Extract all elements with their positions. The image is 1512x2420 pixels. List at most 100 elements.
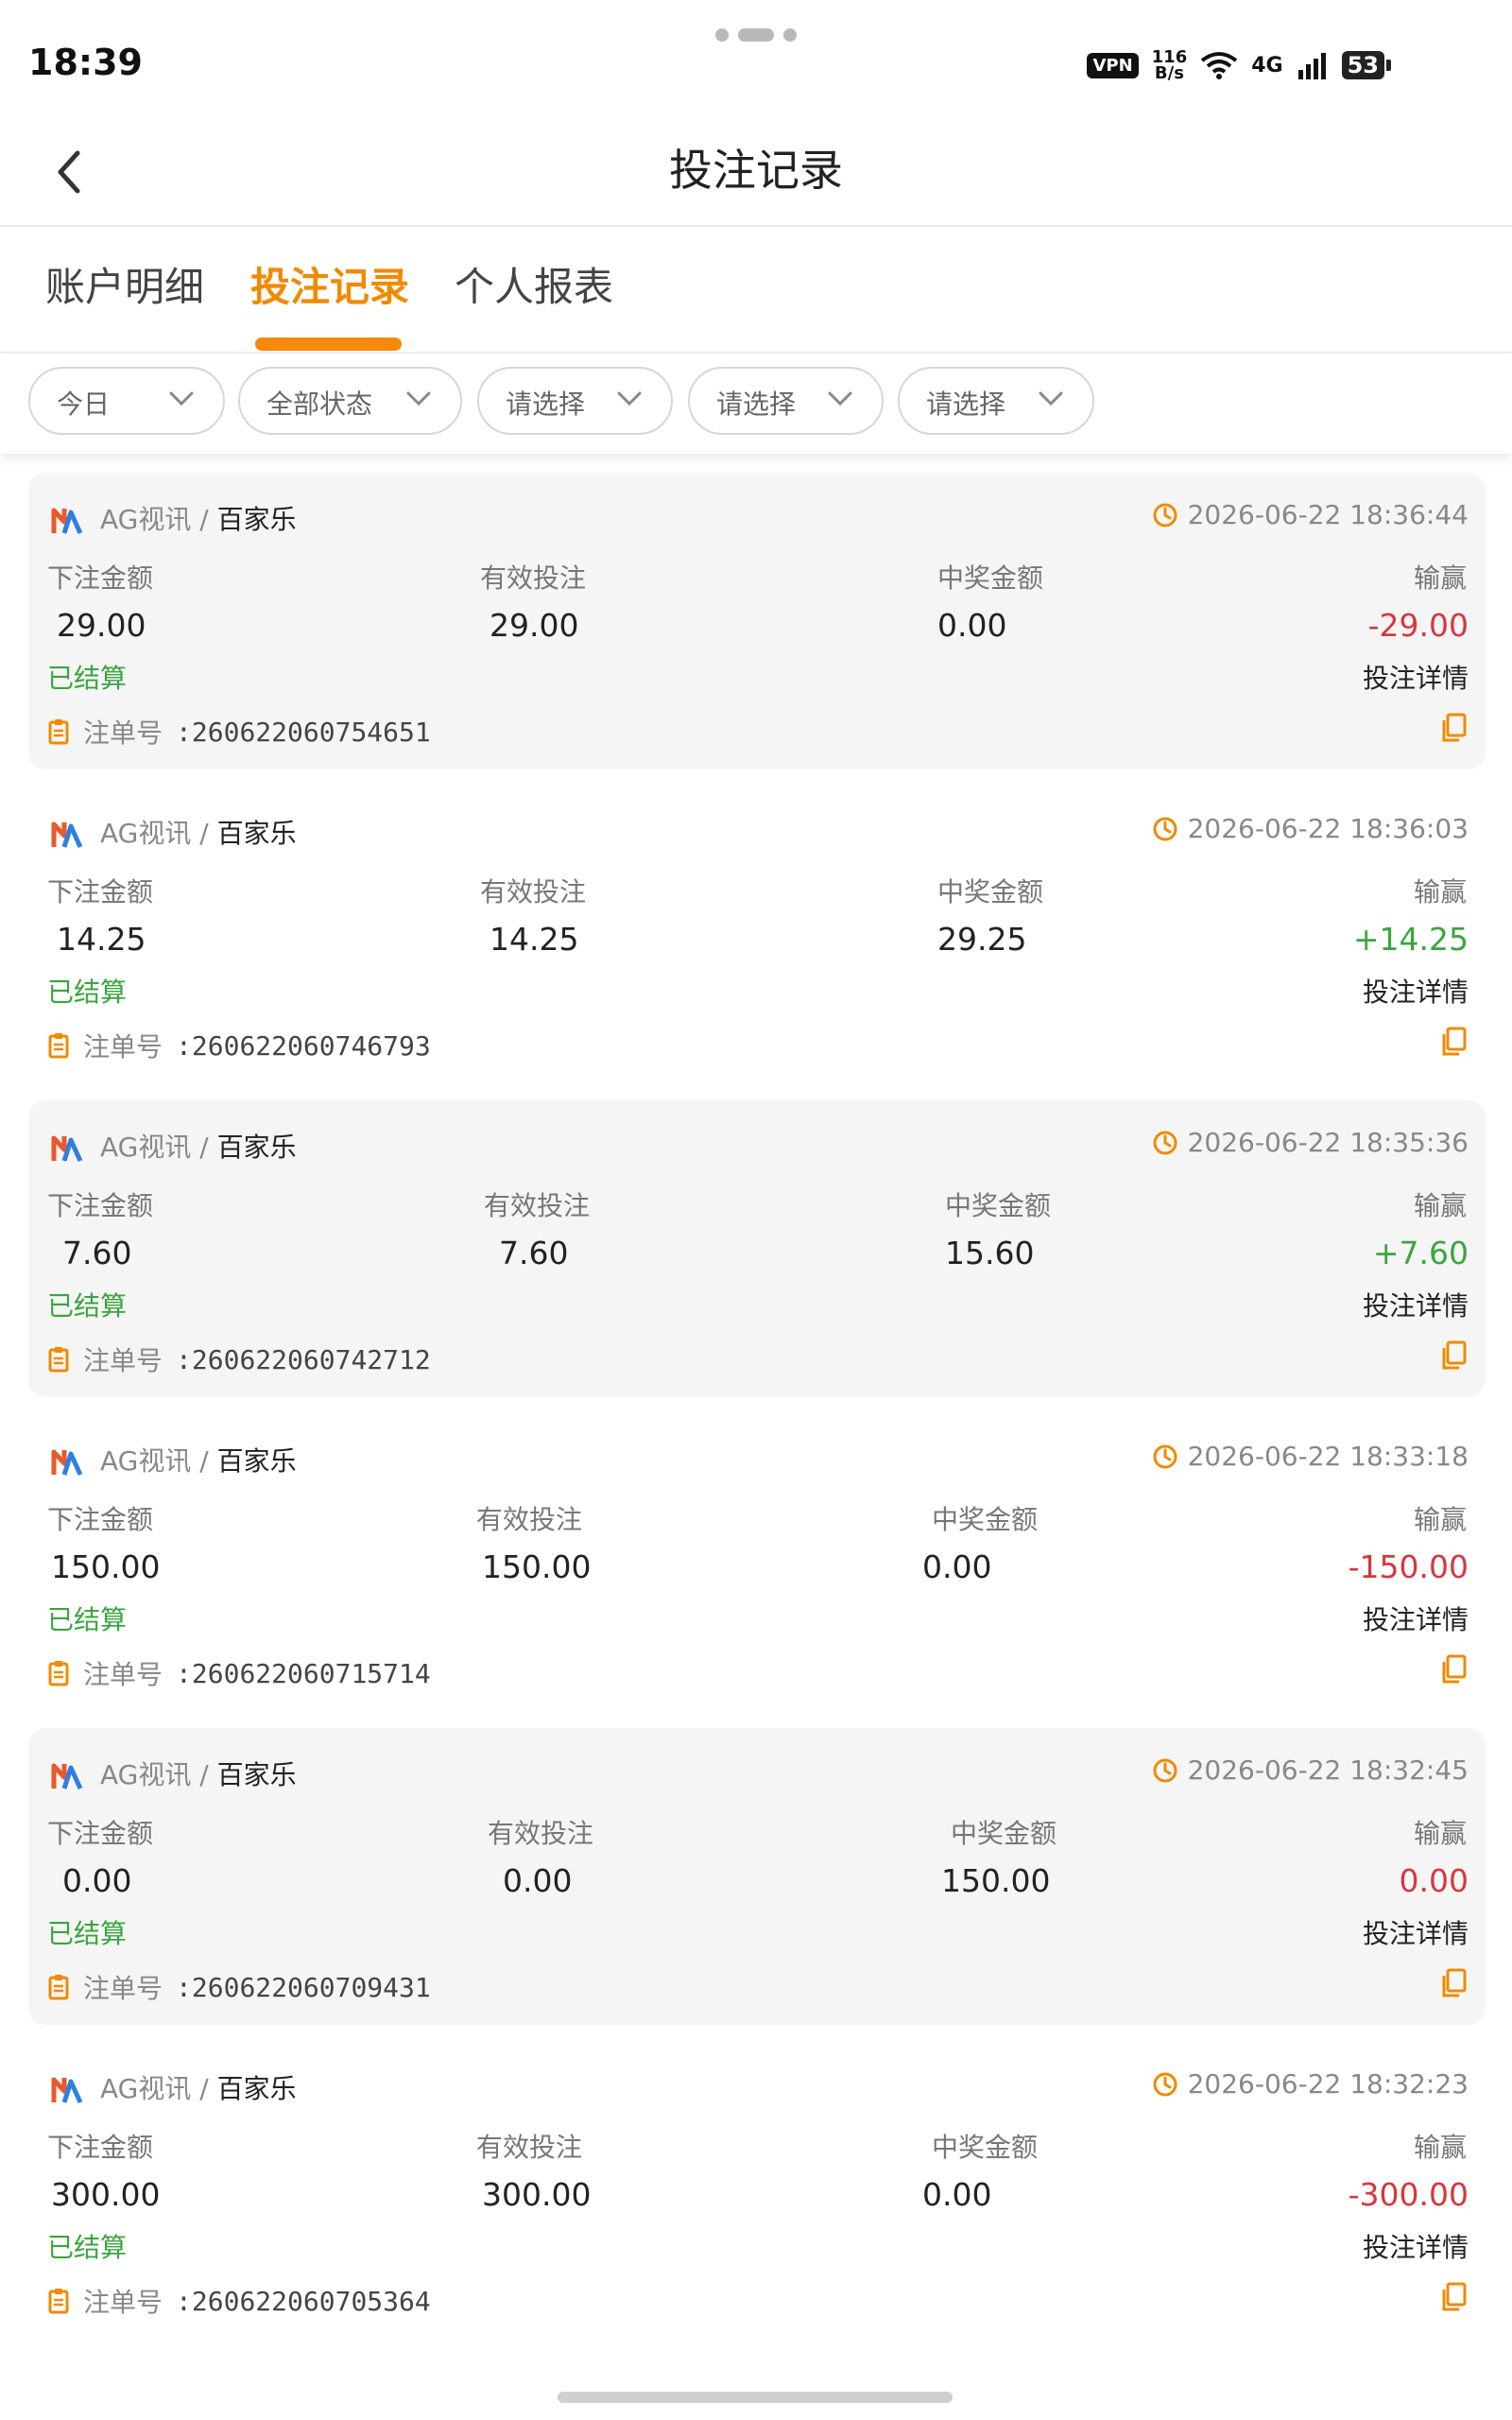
bet-detail-link[interactable]: 投注详情 — [1363, 2227, 1469, 2265]
status-bar: 18:39 VPN 116 B/s 4G 53 — [0, 0, 1512, 132]
valid-bet-label: 有效投注 — [488, 1818, 594, 1849]
valid-bet-value: 7.60 — [499, 1235, 569, 1271]
provider-game: AG视讯 / 百家乐 — [100, 504, 297, 535]
bet-amount-label: 下注金额 — [47, 2132, 154, 2163]
copy-icon[interactable] — [1440, 1654, 1467, 1685]
bet-record-card[interactable]: AG视讯 / 百家乐 2026-06-22 18:36:44 下注金额 有效投注… — [28, 473, 1486, 769]
settled-status: 已结算 — [47, 1604, 128, 1635]
win-amount-value: 0.00 — [922, 2176, 992, 2213]
bet-time: 2026-06-22 18:33:18 — [1152, 1441, 1469, 1472]
ag-logo-icon — [51, 1449, 83, 1477]
date-filter-dropdown[interactable]: 今日 — [28, 367, 225, 435]
signal-icon — [1297, 53, 1326, 79]
bet-amount-value: 7.60 — [62, 1235, 132, 1271]
settled-status: 已结算 — [47, 2232, 128, 2263]
profit-label: 输赢 — [1413, 1504, 1467, 1535]
valid-bet-label: 有效投注 — [480, 562, 587, 594]
bet-amount-value: 150.00 — [51, 1548, 161, 1585]
copy-icon[interactable] — [1440, 713, 1467, 743]
profit-value: 0.00 — [1399, 1862, 1469, 1899]
bet-amount-value: 29.00 — [57, 607, 146, 644]
order-number: 注单号 :260622060746793 — [47, 1027, 431, 1064]
bet-amount-label: 下注金额 — [47, 876, 154, 908]
settled-status: 已结算 — [47, 663, 128, 694]
profit-label: 输赢 — [1413, 2132, 1467, 2163]
win-amount-label: 中奖金额 — [932, 1504, 1039, 1535]
bet-detail-link[interactable]: 投注详情 — [1363, 1913, 1469, 1951]
provider-game: AG视讯 / 百家乐 — [100, 818, 297, 849]
chevron-down-icon — [406, 391, 431, 406]
chevron-down-icon — [1039, 391, 1063, 406]
bet-time: 2026-06-22 18:35:36 — [1152, 1127, 1469, 1158]
select-filter-dropdown-1[interactable]: 请选择 — [477, 367, 673, 435]
valid-bet-label: 有效投注 — [476, 2132, 583, 2163]
bet-amount-value: 14.25 — [57, 921, 146, 958]
receipt-icon — [48, 1661, 69, 1686]
bet-time: 2026-06-22 18:32:45 — [1152, 1754, 1469, 1786]
ag-logo-icon — [51, 1763, 83, 1790]
profit-label: 输赢 — [1413, 1818, 1467, 1849]
win-amount-value: 150.00 — [941, 1862, 1051, 1899]
bet-detail-link[interactable]: 投注详情 — [1363, 1286, 1469, 1323]
profit-value: -150.00 — [1348, 1548, 1469, 1585]
copy-icon[interactable] — [1440, 1027, 1467, 1057]
bet-amount-label: 下注金额 — [47, 1504, 154, 1535]
multitask-dot-right — [783, 28, 797, 42]
bet-time: 2026-06-22 18:36:03 — [1152, 813, 1469, 844]
copy-icon[interactable] — [1440, 2282, 1467, 2312]
vpn-badge: VPN — [1087, 52, 1139, 78]
win-amount-label: 中奖金额 — [951, 1818, 1057, 1849]
valid-bet-value: 14.25 — [490, 921, 579, 958]
nav-header: 投注记录 — [0, 132, 1512, 225]
receipt-icon — [48, 719, 69, 745]
clock-icon — [1153, 1131, 1177, 1154]
network-type: 4G — [1251, 53, 1283, 78]
tab-personal-report[interactable]: 个人报表 — [455, 255, 613, 313]
bet-record-card[interactable]: AG视讯 / 百家乐 2026-06-22 18:36:03 下注金额 有效投注… — [28, 786, 1486, 1083]
clock: 18:39 — [28, 42, 143, 83]
ag-logo-icon — [51, 821, 83, 849]
chevron-down-icon — [617, 391, 642, 406]
profit-value: -29.00 — [1367, 607, 1469, 644]
valid-bet-label: 有效投注 — [476, 1504, 583, 1535]
clock-icon — [1153, 2072, 1177, 2096]
home-indicator[interactable] — [558, 2392, 953, 2403]
copy-icon[interactable] — [1440, 1968, 1467, 1998]
bet-time: 2026-06-22 18:36:44 — [1152, 499, 1469, 530]
profit-value: +7.60 — [1372, 1235, 1469, 1271]
valid-bet-label: 有效投注 — [480, 876, 587, 908]
profit-label: 输赢 — [1413, 1190, 1467, 1221]
select-filter-dropdown-3[interactable]: 请选择 — [898, 367, 1094, 435]
select-filter-dropdown-2[interactable]: 请选择 — [688, 367, 884, 435]
receipt-icon — [48, 2289, 69, 2314]
provider-game: AG视讯 / 百家乐 — [100, 1445, 297, 1477]
tab-bet-records[interactable]: 投注记录 — [250, 255, 409, 313]
tab-account-details[interactable]: 账户明细 — [45, 255, 204, 313]
win-amount-value: 15.60 — [945, 1235, 1035, 1271]
multitask-pill[interactable] — [738, 28, 774, 42]
order-number: 注单号 :260622060709431 — [47, 1968, 431, 2006]
bet-record-card[interactable]: AG视讯 / 百家乐 2026-06-22 18:33:18 下注金额 有效投注… — [28, 1414, 1486, 1711]
status-icons: VPN 116 B/s 4G 53 — [1087, 49, 1391, 82]
settled-status: 已结算 — [47, 1918, 128, 1949]
chevron-down-icon — [828, 391, 852, 406]
bet-record-card[interactable]: AG视讯 / 百家乐 2026-06-22 18:32:45 下注金额 有效投注… — [28, 1728, 1486, 2025]
clock-icon — [1153, 1444, 1177, 1468]
status-filter-dropdown[interactable]: 全部状态 — [238, 367, 462, 435]
copy-icon[interactable] — [1440, 1340, 1467, 1371]
bet-detail-link[interactable]: 投注详情 — [1363, 972, 1469, 1010]
settled-status: 已结算 — [47, 977, 128, 1008]
bet-record-card[interactable]: AG视讯 / 百家乐 2026-06-22 18:35:36 下注金额 有效投注… — [28, 1100, 1486, 1397]
win-amount-label: 中奖金额 — [937, 876, 1044, 908]
bet-detail-link[interactable]: 投注详情 — [1363, 658, 1469, 696]
win-amount-label: 中奖金额 — [937, 562, 1044, 594]
valid-bet-value: 300.00 — [482, 2176, 592, 2213]
clock-icon — [1153, 817, 1177, 840]
bet-record-card[interactable]: AG视讯 / 百家乐 2026-06-22 18:32:23 下注金额 有效投注… — [28, 2042, 1486, 2339]
bet-detail-link[interactable]: 投注详情 — [1363, 1599, 1469, 1637]
clock-icon — [1153, 503, 1177, 527]
bet-time: 2026-06-22 18:32:23 — [1152, 2068, 1469, 2100]
settled-status: 已结算 — [47, 1290, 128, 1322]
order-number: 注单号 :260622060754651 — [47, 713, 431, 751]
receipt-icon — [48, 1975, 69, 2000]
